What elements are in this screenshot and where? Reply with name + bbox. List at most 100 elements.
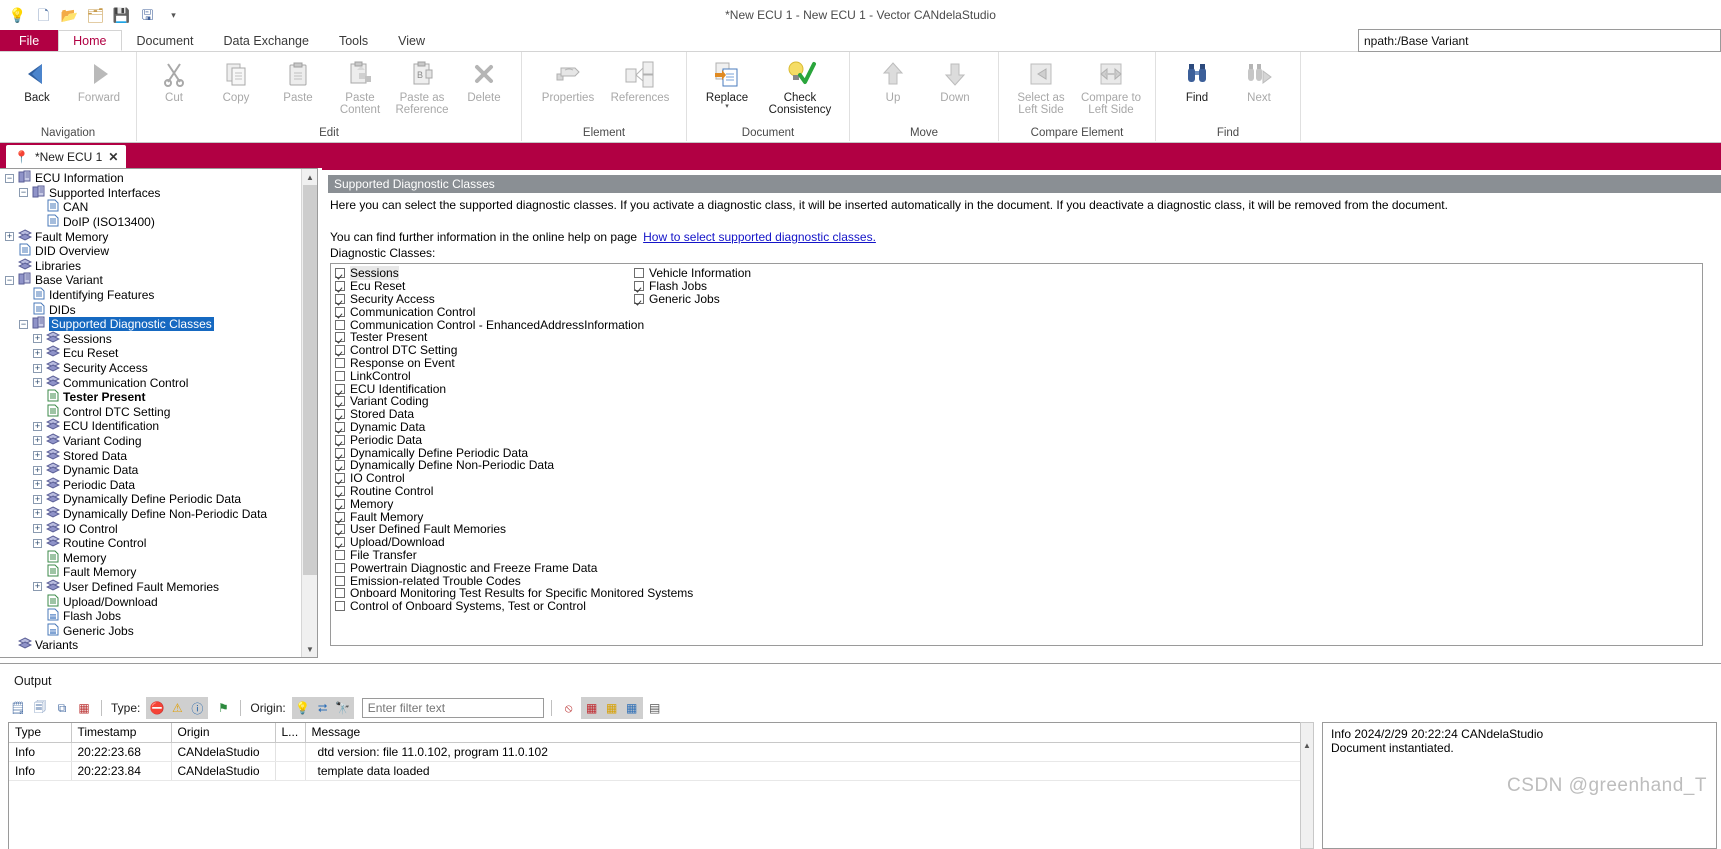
checkbox-unchecked-icon[interactable]: [335, 370, 345, 381]
navigation-tree-panel[interactable]: − ECU Information − Supported Interfaces CAN…: [0, 168, 318, 658]
tree-node-memory[interactable]: Memory: [0, 550, 300, 565]
tree-scroll-up-icon[interactable]: ▲: [302, 169, 317, 185]
tree-node-ecu-identification[interactable]: + ECU Identification: [0, 418, 300, 434]
tree-node-tester-present[interactable]: Tester Present: [0, 389, 300, 405]
ribbon-button-cut[interactable]: Cut: [143, 52, 205, 104]
tree-node-routine-control[interactable]: + Routine Control: [0, 535, 300, 551]
diagnostic-class-row[interactable]: Communication Control - EnhancedAddressI…: [335, 318, 693, 332]
diagnostic-class-row[interactable]: Emission-related Trouble Codes: [335, 574, 693, 588]
diagnostic-class-row[interactable]: Dynamically Define Periodic Data: [335, 446, 693, 460]
ribbon-button-delete[interactable]: Delete: [453, 52, 515, 104]
diagnostic-class-row[interactable]: Dynamic Data: [335, 420, 693, 434]
checkbox-checked-icon[interactable]: [335, 537, 345, 548]
tree-node-control-dtc-setting[interactable]: Control DTC Setting: [0, 404, 300, 420]
ribbon-button-forward[interactable]: Forward: [68, 52, 130, 104]
npath-field[interactable]: npath:/Base Variant: [1358, 29, 1721, 52]
table-row[interactable]: Info 20:22:23.68 CANdelaStudio dtd version:…: [9, 742, 1307, 762]
diagnostic-class-row[interactable]: Periodic Data: [335, 433, 693, 447]
tree-node-ecu-reset[interactable]: + Ecu Reset: [0, 345, 300, 361]
diagnostic-class-row[interactable]: LinkControl: [335, 369, 693, 383]
diagnostic-class-row[interactable]: User Defined Fault Memories: [335, 522, 693, 536]
checkbox-checked-icon[interactable]: [335, 268, 345, 279]
ribbon-button-properties[interactable]: Properties: [532, 52, 604, 104]
checkbox-unchecked-icon[interactable]: [335, 562, 345, 573]
expand-plus-icon[interactable]: +: [4, 231, 15, 242]
expand-plus-icon[interactable]: +: [32, 421, 43, 432]
copy-all-icon[interactable]: 🗒: [8, 698, 28, 718]
split-view-icon[interactable]: ▤: [645, 698, 665, 718]
expand-plus-icon[interactable]: +: [32, 348, 43, 359]
lightbulb-origin-icon[interactable]: 💡: [293, 698, 313, 718]
warning-filter-icon[interactable]: ⚠: [167, 698, 187, 718]
tree-node-generic-jobs[interactable]: Generic Jobs: [0, 623, 300, 638]
checkbox-checked-icon[interactable]: [335, 511, 345, 522]
tree-node-dynamically-define-periodic-data[interactable]: + Dynamically Define Periodic Data: [0, 491, 300, 507]
column-header-timestamp[interactable]: Timestamp: [71, 723, 172, 743]
tree-node-dynamic-data[interactable]: + Dynamic Data: [0, 462, 300, 478]
expand-plus-icon[interactable]: +: [32, 435, 43, 446]
diagnostic-class-row[interactable]: Upload/Download: [335, 535, 693, 549]
checkbox-checked-icon[interactable]: [335, 332, 345, 343]
diagnostic-class-row[interactable]: Dynamically Define Non-Periodic Data: [335, 458, 693, 472]
flag-filter-icon[interactable]: ⚑: [213, 698, 233, 718]
diagnostic-class-row[interactable]: Communication Control: [335, 305, 693, 319]
diagnostic-class-row[interactable]: Routine Control: [335, 484, 693, 498]
ribbon-button-copy[interactable]: Copy: [205, 52, 267, 104]
expand-plus-icon[interactable]: +: [32, 538, 43, 549]
expand-plus-icon[interactable]: +: [32, 523, 43, 534]
checkbox-checked-icon[interactable]: [634, 281, 644, 292]
tree-node-identifying-features[interactable]: Identifying Features: [0, 287, 300, 303]
column-header-message[interactable]: Message: [305, 723, 1307, 743]
tree-node-io-control[interactable]: + IO Control: [0, 520, 300, 536]
expand-plus-icon[interactable]: +: [32, 494, 43, 505]
collapse-minus-icon[interactable]: −: [18, 187, 29, 198]
column-header-level[interactable]: L...: [275, 723, 306, 743]
expand-plus-icon[interactable]: +: [32, 465, 43, 476]
expand-plus-icon[interactable]: +: [32, 450, 43, 461]
tree-node-ecu-information[interactable]: − ECU Information: [0, 170, 300, 186]
error-filter-icon[interactable]: ⛔: [147, 698, 167, 718]
expand-plus-icon[interactable]: +: [32, 333, 43, 344]
autoscroll-icon[interactable]: ▦: [622, 698, 642, 718]
diagnostic-class-row[interactable]: Vehicle Information: [634, 266, 751, 280]
diagnostic-class-row[interactable]: IO Control: [335, 471, 693, 485]
expand-plus-icon[interactable]: +: [32, 363, 43, 374]
checkbox-unchecked-icon[interactable]: [335, 319, 345, 330]
checkbox-checked-icon[interactable]: [335, 306, 345, 317]
ribbon-button-select-as-left-side[interactable]: Select as Left Side: [1007, 52, 1075, 116]
tree-node-dynamically-define-non-periodic-data[interactable]: + Dynamically Define Non-Periodic Data: [0, 506, 300, 522]
tree-node-libraries[interactable]: Libraries: [0, 258, 300, 274]
column-header-origin[interactable]: Origin: [171, 723, 276, 743]
copy-icon[interactable]: ⧉: [52, 698, 72, 718]
output-filter-input[interactable]: [361, 698, 544, 718]
close-icon[interactable]: ✕: [108, 150, 118, 164]
clear-timestamps-icon[interactable]: 🗐: [30, 698, 50, 718]
ribbon-button-down[interactable]: Down: [924, 52, 986, 104]
diagnostic-class-row[interactable]: ECU Identification: [335, 382, 693, 396]
tree-node-can[interactable]: CAN: [0, 199, 300, 215]
expand-plus-icon[interactable]: +: [32, 377, 43, 388]
diagnostic-class-row[interactable]: Flash Jobs: [634, 279, 751, 293]
info-filter-icon[interactable]: ⓘ: [187, 698, 207, 718]
collapse-minus-icon[interactable]: −: [4, 173, 15, 184]
checkbox-checked-icon[interactable]: [335, 293, 345, 304]
exchange-origin-icon[interactable]: ⮂: [313, 698, 333, 718]
ribbon-button-check-consistency[interactable]: Check Consistency: [759, 52, 841, 116]
diagnostic-class-row[interactable]: Powertrain Diagnostic and Freeze Frame D…: [335, 561, 693, 575]
tree-node-variants[interactable]: Variants: [0, 637, 300, 653]
diagnostic-class-row[interactable]: Generic Jobs: [634, 292, 751, 306]
output-scroll-up-icon[interactable]: ▲: [1301, 741, 1313, 754]
tree-node-user-defined-fault-memories[interactable]: + User Defined Fault Memories: [0, 579, 300, 595]
checkbox-unchecked-icon[interactable]: [335, 575, 345, 586]
help-link[interactable]: How to select supported diagnostic class…: [643, 230, 876, 244]
diagnostic-class-row[interactable]: Memory: [335, 497, 693, 511]
ribbon-button-paste-content[interactable]: Paste Content: [329, 52, 391, 116]
diagnostic-class-row[interactable]: Control of Onboard Systems, Test or Cont…: [335, 599, 693, 613]
replace-dropdown-caret-icon[interactable]: ▾: [725, 103, 729, 110]
tree-node-sessions[interactable]: + Sessions: [0, 331, 300, 347]
tab-home[interactable]: Home: [58, 30, 122, 51]
clear-filter-icon[interactable]: ⦸: [559, 698, 579, 718]
checkbox-checked-icon[interactable]: [335, 345, 345, 356]
collapse-minus-icon[interactable]: −: [4, 275, 15, 286]
tab-tools[interactable]: Tools: [324, 30, 383, 51]
